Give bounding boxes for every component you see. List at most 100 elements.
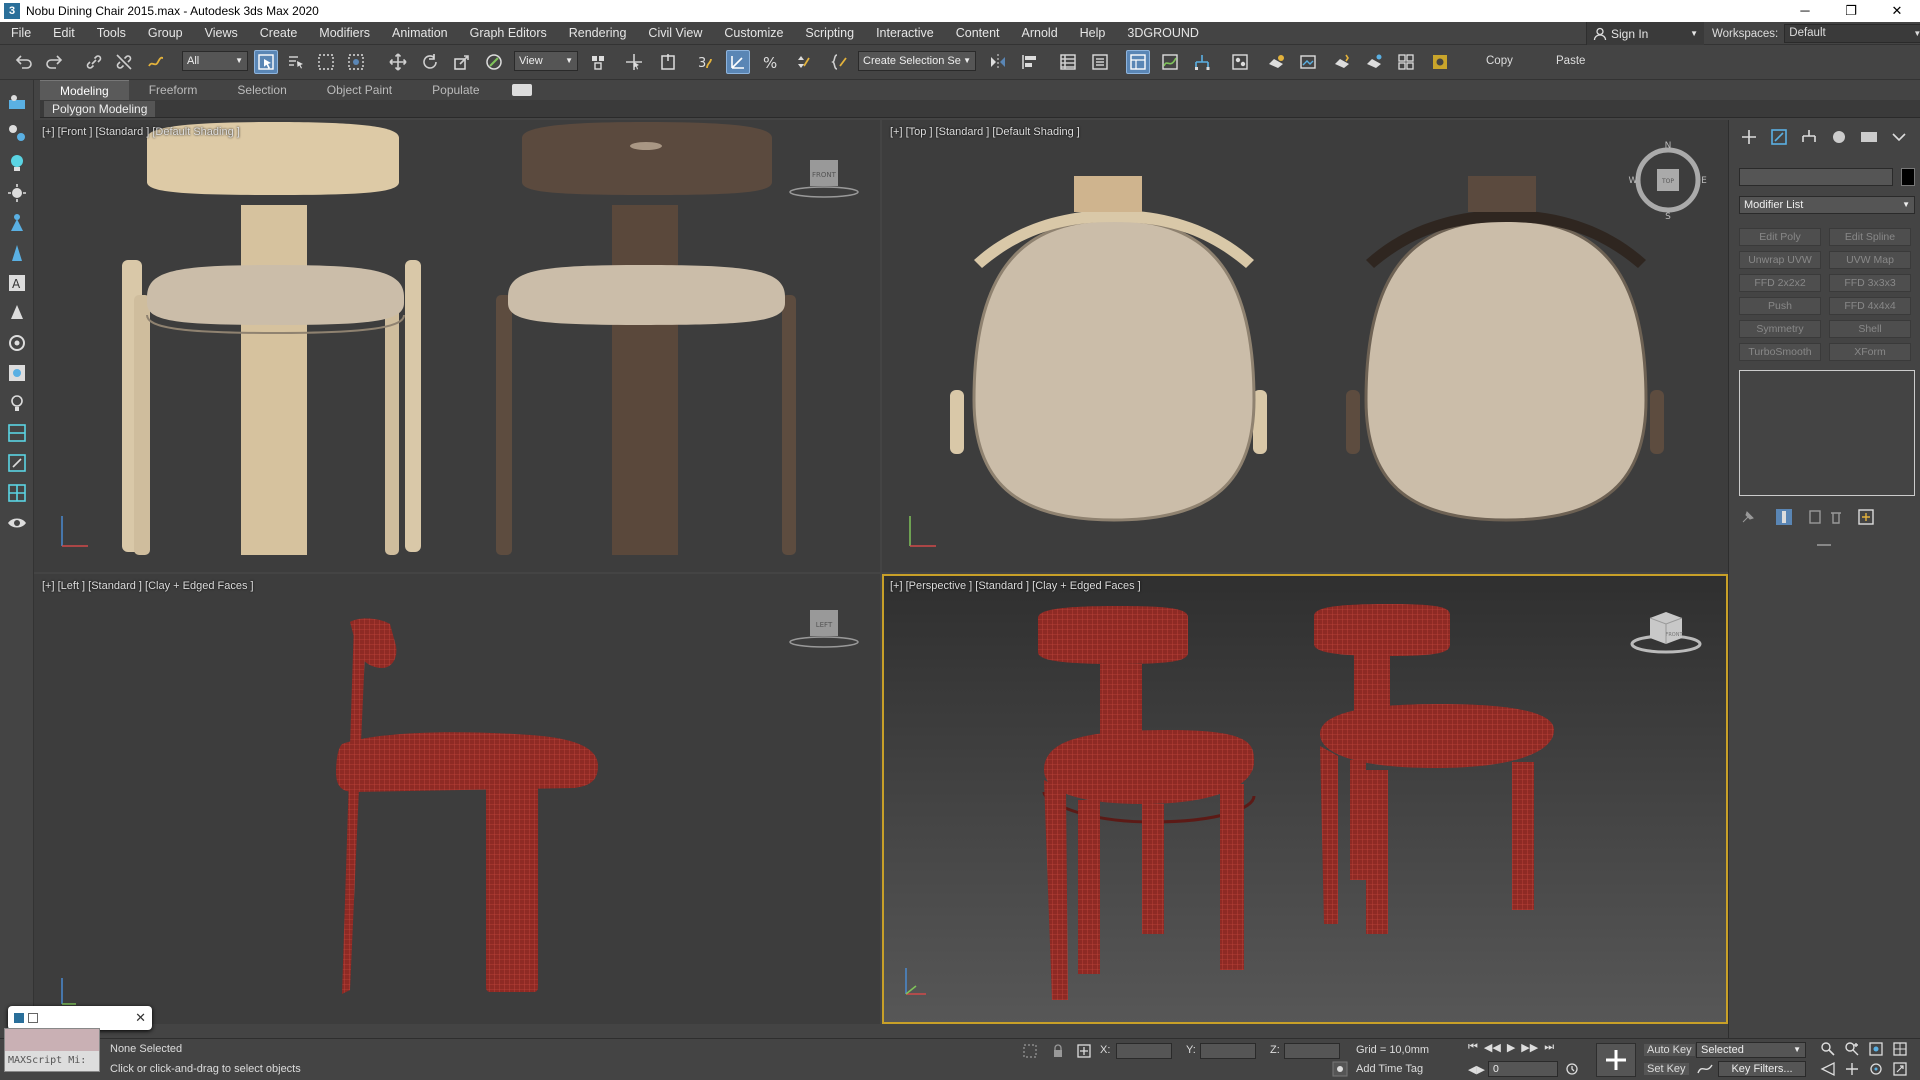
curve-editor-icon[interactable] — [1158, 50, 1182, 74]
symmetry-button[interactable]: Symmetry — [1739, 320, 1821, 338]
menu-help[interactable]: Help — [1069, 26, 1117, 40]
keyboard-shortcut-override-icon[interactable] — [656, 50, 680, 74]
scene-explorer-icon[interactable] — [1056, 50, 1080, 74]
select-manipulate-icon[interactable] — [622, 50, 646, 74]
light-icon[interactable] — [6, 152, 28, 174]
polygon-modeling-panel[interactable]: Polygon Modeling — [44, 101, 156, 117]
scale-icon[interactable] — [450, 50, 474, 74]
named-selection-set-select[interactable]: Create Selection Se ▼ — [858, 51, 976, 71]
display-tab-icon[interactable] — [1857, 126, 1881, 148]
edit-poly-button[interactable]: Edit Poly — [1739, 228, 1821, 246]
percent-snap-icon[interactable]: % — [758, 50, 782, 74]
rendered-frame-window-icon[interactable] — [1296, 50, 1320, 74]
bind-space-warp-icon[interactable] — [144, 50, 168, 74]
viewcube-perspective[interactable]: FRONT — [1626, 604, 1706, 660]
display-icon[interactable] — [6, 362, 28, 384]
pin-stack-icon[interactable] — [1739, 508, 1757, 526]
viewcube-front[interactable]: FRONT — [786, 154, 864, 204]
auto-key-button[interactable]: Auto Key — [1644, 1044, 1695, 1056]
menu-tools[interactable]: Tools — [86, 26, 137, 40]
menu-rendering[interactable]: Rendering — [558, 26, 638, 40]
pan-icon[interactable] — [1844, 1061, 1860, 1077]
spinner-snap-icon[interactable] — [790, 50, 814, 74]
menu-file[interactable]: File — [0, 26, 42, 40]
viewport-front-label[interactable]: [+] [Front ] [Standard ] [Default Shadin… — [42, 126, 240, 138]
tab-freeform[interactable]: Freeform — [129, 80, 218, 100]
render-production-icon[interactable] — [1330, 50, 1354, 74]
menu-3dground[interactable]: 3DGROUND — [1116, 26, 1210, 40]
layer-explorer-icon[interactable] — [1088, 50, 1112, 74]
bulb-icon[interactable] — [6, 392, 28, 414]
create-objects-icon[interactable] — [6, 92, 28, 114]
zoom-extents-all-icon[interactable] — [1892, 1041, 1908, 1057]
remove-modifier-icon[interactable] — [1827, 508, 1845, 526]
menu-graph-editors[interactable]: Graph Editors — [459, 26, 558, 40]
ribbon-options-icon[interactable] — [511, 84, 532, 96]
maximize-button[interactable]: ❐ — [1828, 0, 1874, 22]
floating-mini-window[interactable]: ✕ — [8, 1006, 152, 1030]
viewport-layout-icon[interactable] — [6, 422, 28, 444]
key-filters-button[interactable]: Key Filters... — [1718, 1061, 1806, 1077]
lock-icon[interactable] — [1050, 1043, 1066, 1059]
viewport-left-label[interactable]: [+] [Left ] [Standard ] [Clay + Edged Fa… — [42, 580, 254, 592]
close-button[interactable]: ✕ — [1874, 0, 1920, 22]
pivot-center-icon[interactable] — [586, 50, 610, 74]
unwrap-uvw-button[interactable]: Unwrap UVW — [1739, 251, 1821, 269]
viewcube-left[interactable]: LEFT — [786, 604, 864, 654]
sun-icon[interactable] — [6, 182, 28, 204]
modify-tab-icon[interactable] — [1767, 126, 1791, 148]
absolute-mode-icon[interactable] — [1076, 1043, 1092, 1059]
create-tab-icon[interactable] — [1737, 126, 1761, 148]
zoom-icon[interactable] — [1820, 1041, 1836, 1057]
menu-create[interactable]: Create — [249, 26, 309, 40]
ffd-3x3x3-button[interactable]: FFD 3x3x3 — [1829, 274, 1911, 292]
eye-icon[interactable] — [6, 512, 28, 534]
set-key-big-button[interactable] — [1596, 1043, 1636, 1077]
x-coord-field[interactable] — [1116, 1043, 1172, 1059]
text-icon[interactable]: A — [6, 272, 28, 294]
motion-tab-icon[interactable] — [1827, 126, 1851, 148]
xform-button[interactable]: XForm — [1829, 343, 1911, 361]
grid-layout-icon[interactable] — [6, 482, 28, 504]
select-by-name-icon[interactable] — [284, 50, 308, 74]
reference-coord-select[interactable]: View ▼ — [514, 51, 578, 71]
play-icon[interactable]: ▶ — [1507, 1041, 1515, 1054]
set-key-button[interactable]: Set Key — [1644, 1063, 1689, 1075]
biped-icon[interactable] — [6, 242, 28, 264]
panel-resize-handle[interactable] — [1817, 544, 1831, 546]
make-unique-icon[interactable] — [1807, 508, 1825, 526]
link-icon[interactable] — [82, 50, 106, 74]
restore-icon[interactable] — [28, 1013, 38, 1023]
tab-object-paint[interactable]: Object Paint — [307, 80, 412, 100]
previous-frame-icon[interactable]: ◀◀ — [1484, 1041, 1501, 1054]
menu-arnold[interactable]: Arnold — [1011, 26, 1069, 40]
render-setup-icon[interactable] — [1264, 50, 1288, 74]
menu-content[interactable]: Content — [945, 26, 1011, 40]
schematic-view-icon[interactable] — [1190, 50, 1214, 74]
push-button[interactable]: Push — [1739, 297, 1821, 315]
tag-icon[interactable] — [1332, 1061, 1348, 1077]
menu-civil-view[interactable]: Civil View — [637, 26, 713, 40]
viewport-perspective[interactable]: [+] [Perspective ] [Standard ] [Clay + E… — [882, 574, 1728, 1024]
angle-snap-icon[interactable] — [726, 50, 750, 74]
render-shortcuts-icon[interactable] — [1394, 50, 1418, 74]
z-coord-field[interactable] — [1284, 1043, 1340, 1059]
edit-spline-button[interactable]: Edit Spline — [1829, 228, 1911, 246]
isolate-selection-icon[interactable] — [1022, 1043, 1038, 1059]
shell-button[interactable]: Shell — [1829, 320, 1911, 338]
viewport-top-label[interactable]: [+] [Top ] [Standard ] [Default Shading … — [890, 126, 1080, 138]
field-of-view-icon[interactable] — [1820, 1061, 1836, 1077]
align-icon[interactable] — [1018, 50, 1042, 74]
go-to-start-icon[interactable]: ⏮ — [1468, 1041, 1478, 1054]
orbit-icon[interactable] — [1868, 1061, 1884, 1077]
object-name-field[interactable] — [1739, 168, 1893, 186]
utilities-tab-icon[interactable] — [1887, 126, 1911, 148]
viewport-front[interactable]: [+] [Front ] [Standard ] [Default Shadin… — [34, 120, 880, 572]
time-configuration-icon[interactable] — [1564, 1061, 1580, 1077]
menu-animation[interactable]: Animation — [381, 26, 459, 40]
y-coord-field[interactable] — [1200, 1043, 1256, 1059]
redo-icon[interactable] — [42, 50, 66, 74]
tab-selection[interactable]: Selection — [217, 80, 306, 100]
render-cloud-icon[interactable] — [1362, 50, 1386, 74]
maxscript-input[interactable]: MAXScript Mi: — [5, 1051, 99, 1071]
